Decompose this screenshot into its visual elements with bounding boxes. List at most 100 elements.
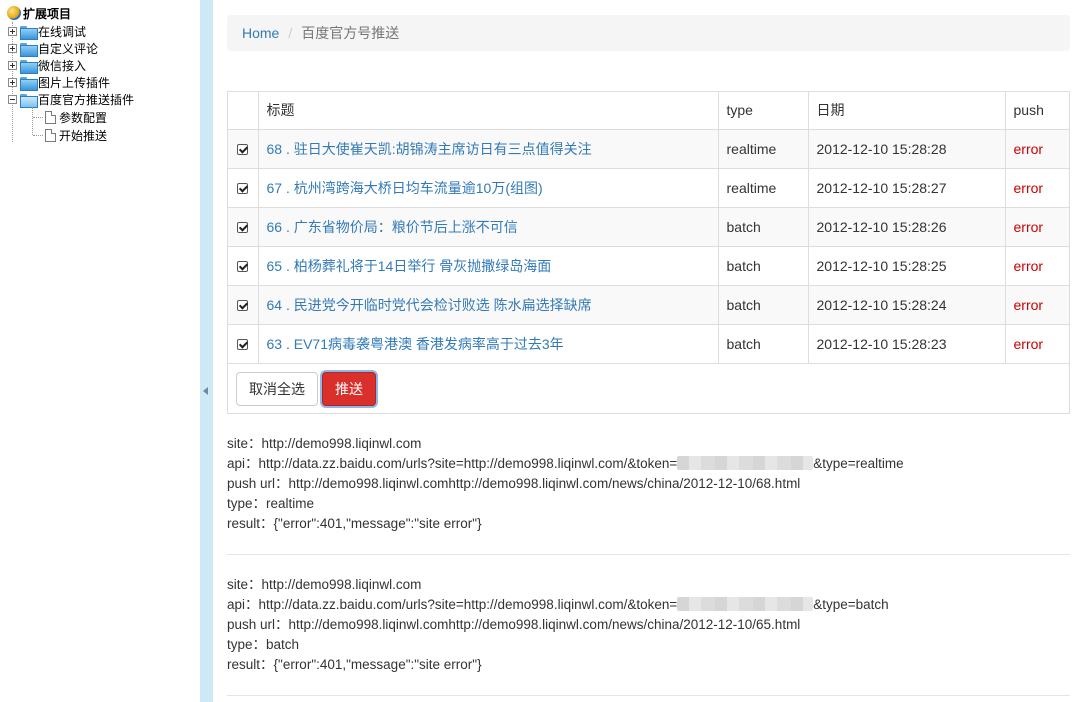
row-type: batch <box>717 284 809 325</box>
push-log-entry: site：http://demo998.liqinwl.com api：http… <box>227 434 1070 534</box>
expand-icon[interactable] <box>8 61 17 70</box>
collapse-icon[interactable] <box>8 95 17 104</box>
header-type: type <box>717 92 809 130</box>
log-api-suffix: &type=batch <box>813 597 889 612</box>
redacted-token <box>677 455 814 470</box>
breadcrumb-current: 百度官方号推送 <box>301 25 400 41</box>
row-push-status: error <box>1004 128 1069 169</box>
table-row: 63 . EV71病毒袭粤港澳 香港发病率高于过去3年 batch 2012-1… <box>228 323 1069 364</box>
collapse-left-icon[interactable] <box>203 387 208 395</box>
breadcrumb: Home / 百度官方号推送 <box>227 15 1070 51</box>
project-tree: 扩展项目 在线调试 自定义评论 微信接入 图片上传插件 百度官方推送插件 参数配… <box>0 0 200 702</box>
row-checkbox[interactable] <box>237 339 249 351</box>
panel-splitter[interactable] <box>200 0 213 702</box>
tree-item-param-config[interactable]: 参数配置 <box>33 109 107 126</box>
globe-icon <box>7 6 21 20</box>
tree-connector <box>33 117 43 118</box>
tree-item-label: 微信接入 <box>38 59 87 73</box>
row-date: 2012-12-10 15:28:26 <box>807 206 1006 247</box>
deselect-all-button[interactable]: 取消全选 <box>236 372 318 406</box>
tree-item-image-upload[interactable]: 图片上传插件 <box>8 74 110 91</box>
header-title: 标题 <box>257 92 719 130</box>
tree-item-custom-comment[interactable]: 自定义评论 <box>8 40 98 57</box>
row-push-status: error <box>1004 284 1069 325</box>
row-push-status: error <box>1004 245 1069 286</box>
log-api-prefix: api：http://data.zz.baidu.com/urls?site=h… <box>227 456 678 471</box>
row-checkbox[interactable] <box>237 300 249 312</box>
page-icon <box>45 111 56 124</box>
log-api: api：http://data.zz.baidu.com/urls?site=h… <box>227 595 1070 615</box>
redacted-token <box>677 596 814 611</box>
header-checkbox-cell <box>228 92 259 130</box>
row-date: 2012-12-10 15:28:25 <box>807 245 1006 286</box>
folder-icon <box>20 42 38 57</box>
article-title-link[interactable]: 64 . 民进党今开临时党代会检讨败选 陈水扁选择缺席 <box>267 297 592 313</box>
table-row: 64 . 民进党今开临时党代会检讨败选 陈水扁选择缺席 batch 2012-1… <box>228 284 1069 325</box>
row-checkbox[interactable] <box>237 144 249 156</box>
row-push-status: error <box>1004 167 1069 208</box>
tree-item-label: 自定义评论 <box>38 42 99 56</box>
row-type: realtime <box>717 128 809 169</box>
log-result: result：{"error":401,"message":"site erro… <box>227 657 482 672</box>
expand-icon[interactable] <box>8 44 17 53</box>
log-divider <box>227 695 1070 696</box>
tree-item-online-debug[interactable]: 在线调试 <box>8 23 86 40</box>
log-api-suffix: &type=realtime <box>813 456 904 471</box>
row-date: 2012-12-10 15:28:28 <box>807 128 1006 169</box>
tree-item-label: 图片上传插件 <box>38 76 111 90</box>
tree-item-wechat[interactable]: 微信接入 <box>8 57 86 74</box>
table-row: 66 . 广东省物价局：粮价节后上涨不可信 batch 2012-12-10 1… <box>228 206 1069 247</box>
row-type: realtime <box>717 167 809 208</box>
table-row: 65 . 柏杨葬礼将于14日举行 骨灰抛撒绿岛海面 batch 2012-12-… <box>228 245 1069 286</box>
push-panel: 标题 type 日期 push 68 . 驻日大使崔天凯:胡锦涛主席访日有三点值… <box>227 91 1070 414</box>
article-title-link[interactable]: 66 . 广东省物价局：粮价节后上涨不可信 <box>267 219 518 235</box>
push-button[interactable]: 推送 <box>322 372 376 406</box>
log-api: api：http://data.zz.baidu.com/urls?site=h… <box>227 454 1070 474</box>
row-type: batch <box>717 206 809 247</box>
log-site: site：http://demo998.liqinwl.com <box>227 577 422 592</box>
tree-item-start-push[interactable]: 开始推送 <box>33 127 107 144</box>
row-date: 2012-12-10 15:28:27 <box>807 167 1006 208</box>
header-date: 日期 <box>807 92 1006 130</box>
tree-item-label: 开始推送 <box>59 129 108 143</box>
log-type: type：realtime <box>227 496 315 511</box>
tree-root[interactable]: 扩展项目 <box>7 5 71 21</box>
breadcrumb-separator: / <box>288 25 293 41</box>
table-row: 68 . 驻日大使崔天凯:胡锦涛主席访日有三点值得关注 realtime 201… <box>228 128 1069 169</box>
expand-icon[interactable] <box>8 78 17 87</box>
article-title-link[interactable]: 67 . 杭州湾跨海大桥日均车流量逾10万(组图) <box>267 180 543 196</box>
folder-icon <box>20 25 38 40</box>
row-type: batch <box>717 323 809 364</box>
tree-item-label: 百度官方推送插件 <box>38 93 135 107</box>
breadcrumb-home-link[interactable]: Home <box>242 25 279 41</box>
page-icon <box>45 129 56 142</box>
article-table: 标题 type 日期 push 68 . 驻日大使崔天凯:胡锦涛主席访日有三点值… <box>228 92 1069 364</box>
folder-icon <box>20 76 38 91</box>
table-row: 67 . 杭州湾跨海大桥日均车流量逾10万(组图) realtime 2012-… <box>228 167 1069 208</box>
log-api-prefix: api：http://data.zz.baidu.com/urls?site=h… <box>227 597 678 612</box>
log-result: result：{"error":401,"message":"site erro… <box>227 516 482 531</box>
row-type: batch <box>717 245 809 286</box>
log-push-url: push url：http://demo998.liqinwl.comhttp:… <box>227 476 801 491</box>
expand-icon[interactable] <box>8 27 17 36</box>
row-checkbox[interactable] <box>237 261 249 273</box>
push-log-entry: site：http://demo998.liqinwl.com api：http… <box>227 575 1070 675</box>
article-title-link[interactable]: 68 . 驻日大使崔天凯:胡锦涛主席访日有三点值得关注 <box>267 141 592 157</box>
article-title-link[interactable]: 65 . 柏杨葬礼将于14日举行 骨灰抛撒绿岛海面 <box>267 258 552 274</box>
table-header-row: 标题 type 日期 push <box>228 92 1069 130</box>
row-push-status: error <box>1004 206 1069 247</box>
row-date: 2012-12-10 15:28:23 <box>807 323 1006 364</box>
header-push: push <box>1004 92 1069 130</box>
tree-item-label: 在线调试 <box>38 25 87 39</box>
main-content: Home / 百度官方号推送 标题 type 日期 push 68 . 驻日大使… <box>227 0 1070 702</box>
row-checkbox[interactable] <box>237 222 249 234</box>
row-date: 2012-12-10 15:28:24 <box>807 284 1006 325</box>
action-buttons: 取消全选 推送 <box>236 372 376 406</box>
tree-root-label: 扩展项目 <box>23 6 72 21</box>
folder-open-icon <box>20 93 38 108</box>
tree-item-baidu-push[interactable]: 百度官方推送插件 <box>8 91 134 108</box>
row-checkbox[interactable] <box>237 183 249 195</box>
folder-icon <box>20 59 38 74</box>
article-title-link[interactable]: 63 . EV71病毒袭粤港澳 香港发病率高于过去3年 <box>267 336 564 352</box>
log-type: type：batch <box>227 637 300 652</box>
